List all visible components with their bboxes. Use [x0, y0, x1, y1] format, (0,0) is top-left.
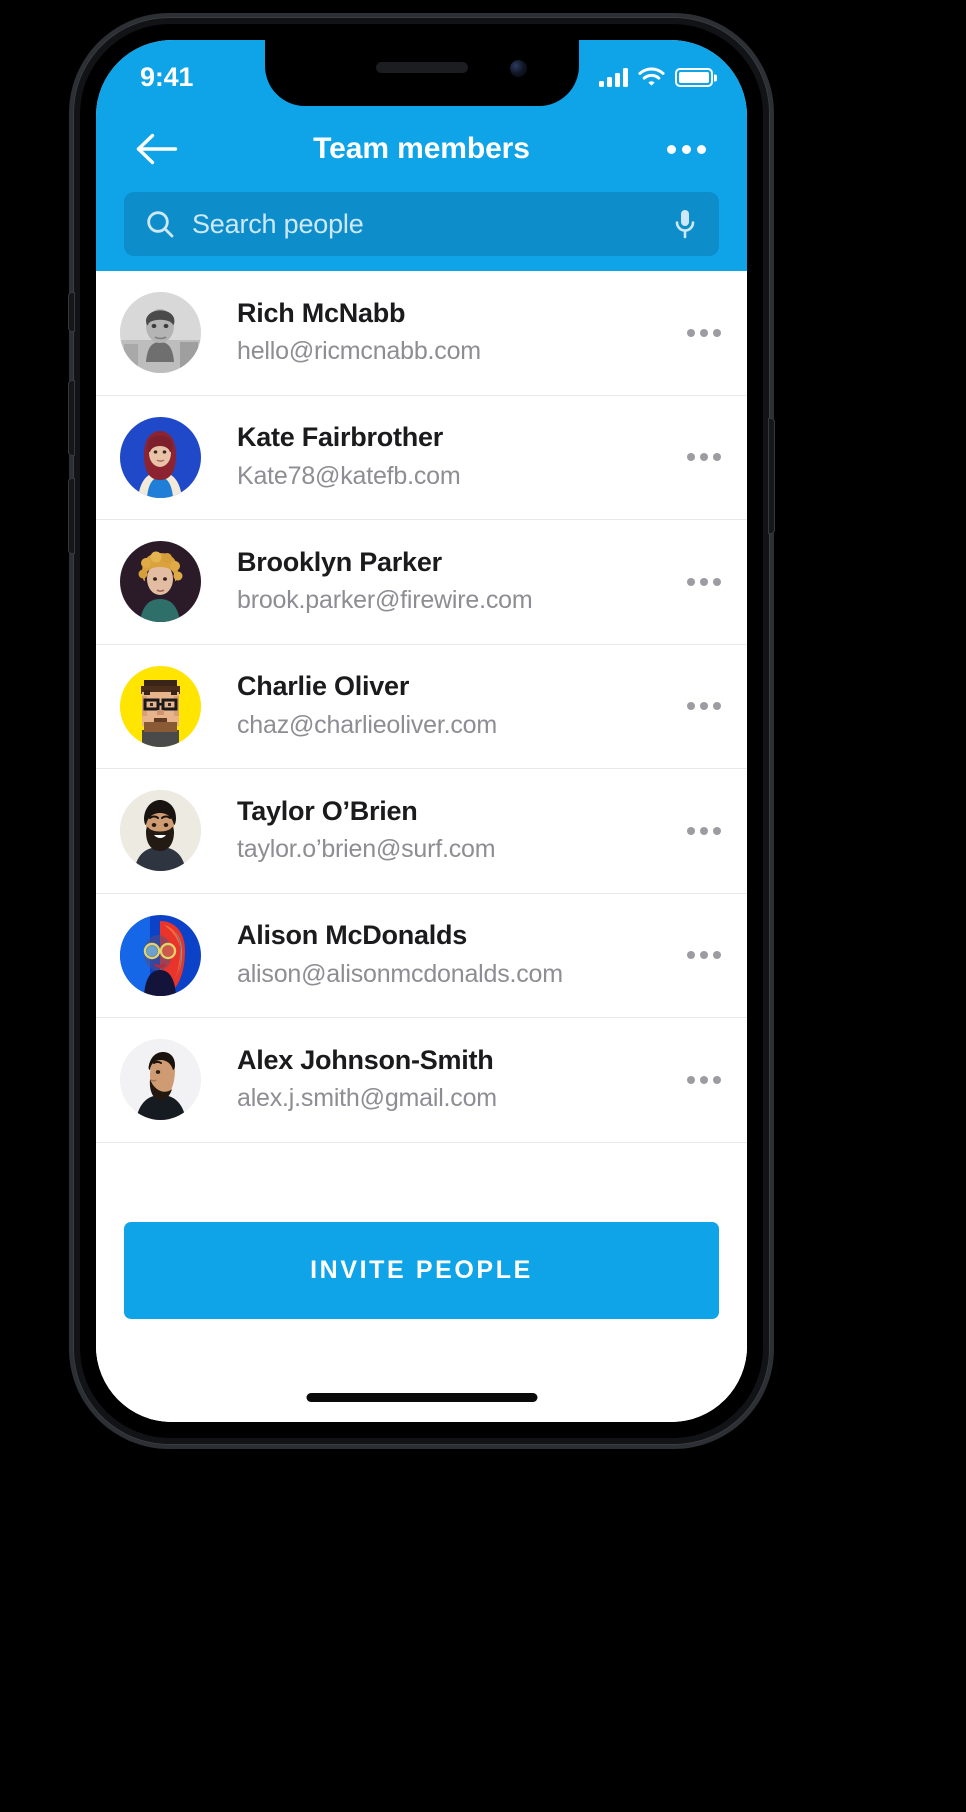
more-horizontal-icon-dot: [700, 702, 708, 711]
row-overflow-button[interactable]: [665, 328, 721, 337]
member-email: alex.j.smith@gmail.com: [237, 1084, 497, 1113]
member-name: Alex Johnson-Smith: [237, 1044, 494, 1075]
member-info: Brooklyn Parker brook.parker@firewire.co…: [201, 547, 665, 617]
more-horizontal-icon-dot: [700, 1075, 708, 1084]
row-overflow-button[interactable]: [665, 951, 721, 960]
avatar-alison-mcdonalds: [120, 914, 201, 996]
avatar-brooklyn-parker: [120, 541, 201, 623]
member-name: Charlie Oliver: [237, 671, 410, 702]
row-overflow-button[interactable]: [665, 453, 721, 462]
power-button[interactable]: [768, 418, 775, 534]
volume-up-button[interactable]: [68, 380, 75, 456]
more-horizontal-icon-dot: [700, 328, 708, 337]
member-name: Alison McDonalds: [237, 920, 468, 951]
page-title: Team members: [313, 132, 530, 165]
row-overflow-button[interactable]: [665, 1075, 721, 1084]
microphone-icon[interactable]: [673, 208, 697, 240]
phone-screen: 9:41 Team members Search people Rich McN…: [96, 40, 747, 1422]
more-horizontal-icon-dot: [687, 453, 695, 462]
more-horizontal-icon-dot: [700, 453, 708, 462]
more-horizontal-icon-dot: [687, 702, 695, 711]
status-bar-icons: [599, 67, 713, 87]
row-overflow-button[interactable]: [665, 702, 721, 711]
header-overflow-button[interactable]: [655, 118, 717, 180]
screenshot-stage: 9:41 Team members Search people Rich McN…: [0, 0, 966, 1812]
search-input[interactable]: Search people: [192, 209, 655, 240]
wifi-icon: [638, 67, 665, 86]
invite-people-button[interactable]: INVITE PEOPLE: [124, 1222, 719, 1319]
cellular-signal-icon: [599, 68, 628, 87]
member-name: Rich McNabb: [237, 297, 406, 328]
more-horizontal-icon-dot: [666, 144, 676, 154]
front-camera-icon: [509, 60, 527, 77]
more-horizontal-icon-dot: [713, 1075, 721, 1084]
more-horizontal-icon-dot: [696, 144, 706, 154]
more-horizontal-icon-dot: [687, 328, 695, 337]
member-email: Kate78@katefb.com: [237, 461, 461, 490]
battery-full-icon: [675, 68, 713, 87]
member-info: Taylor O’Brien taylor.o’brien@surf.com: [201, 796, 665, 866]
member-info: Kate Fairbrother Kate78@katefb.com: [201, 422, 665, 492]
row-overflow-button[interactable]: [665, 826, 721, 835]
member-email: taylor.o’brien@surf.com: [237, 835, 496, 864]
more-horizontal-icon-dot: [713, 826, 721, 835]
more-horizontal-icon-dot: [687, 577, 695, 586]
back-button[interactable]: [126, 118, 188, 180]
member-info: Charlie Oliver chaz@charlieoliver.com: [201, 671, 665, 741]
search-bar[interactable]: Search people: [124, 192, 719, 256]
member-email: alison@alisonmcdonalds.com: [237, 959, 563, 988]
member-name: Kate Fairbrother: [237, 422, 444, 453]
table-row[interactable]: Alison McDonalds alison@alisonmcdonalds.…: [96, 893, 747, 1018]
table-row[interactable]: Charlie Oliver chaz@charlieoliver.com: [96, 644, 747, 769]
more-horizontal-icon-dot: [713, 577, 721, 586]
table-row[interactable]: Alex Johnson-Smith alex.j.smith@gmail.co…: [96, 1018, 747, 1143]
more-horizontal-icon-dot: [700, 951, 708, 960]
avatar-rich-mcnabb: [120, 292, 201, 374]
silent-switch[interactable]: [68, 292, 75, 332]
member-name: Brooklyn Parker: [237, 546, 442, 577]
avatar-alex-johnson-smith: [120, 1039, 201, 1121]
more-horizontal-icon-dot: [687, 951, 695, 960]
more-horizontal-icon-dot: [713, 328, 721, 337]
more-horizontal-icon-dot: [713, 951, 721, 960]
row-overflow-button[interactable]: [665, 577, 721, 586]
more-horizontal-icon-dot: [687, 1075, 695, 1084]
search-icon: [147, 211, 174, 238]
more-horizontal-icon-dot: [681, 144, 691, 154]
home-indicator[interactable]: [306, 1393, 537, 1402]
display-notch: [264, 40, 579, 106]
more-horizontal-icon-dot: [700, 826, 708, 835]
volume-down-button[interactable]: [68, 478, 75, 554]
member-info: Rich McNabb hello@ricmcnabb.com: [201, 298, 665, 368]
member-info: Alex Johnson-Smith alex.j.smith@gmail.co…: [201, 1045, 665, 1115]
status-bar-clock: 9:41: [140, 61, 194, 92]
avatar-kate-fairbrother: [120, 416, 201, 498]
table-row[interactable]: Kate Fairbrother Kate78@katefb.com: [96, 395, 747, 520]
table-row[interactable]: Brooklyn Parker brook.parker@firewire.co…: [96, 520, 747, 645]
member-email: brook.parker@firewire.com: [237, 586, 533, 615]
more-horizontal-icon-dot: [687, 826, 695, 835]
member-info: Alison McDonalds alison@alisonmcdonalds.…: [201, 920, 665, 990]
table-row[interactable]: Rich McNabb hello@ricmcnabb.com: [96, 271, 747, 396]
arrow-left-icon: [136, 133, 178, 165]
navigation-bar: Team members: [96, 104, 747, 194]
more-horizontal-icon-dot: [713, 702, 721, 711]
member-name: Taylor O’Brien: [237, 795, 418, 826]
avatar-taylor-obrien: [120, 790, 201, 872]
more-horizontal-icon-dot: [700, 577, 708, 586]
more-horizontal-icon-dot: [713, 453, 721, 462]
earpiece-speaker: [375, 62, 468, 73]
table-row[interactable]: Taylor O’Brien taylor.o’brien@surf.com: [96, 769, 747, 894]
footer-area: INVITE PEOPLE: [96, 1222, 747, 1422]
member-email: hello@ricmcnabb.com: [237, 337, 481, 366]
avatar-charlie-oliver: [120, 665, 201, 747]
member-email: chaz@charlieoliver.com: [237, 710, 497, 739]
